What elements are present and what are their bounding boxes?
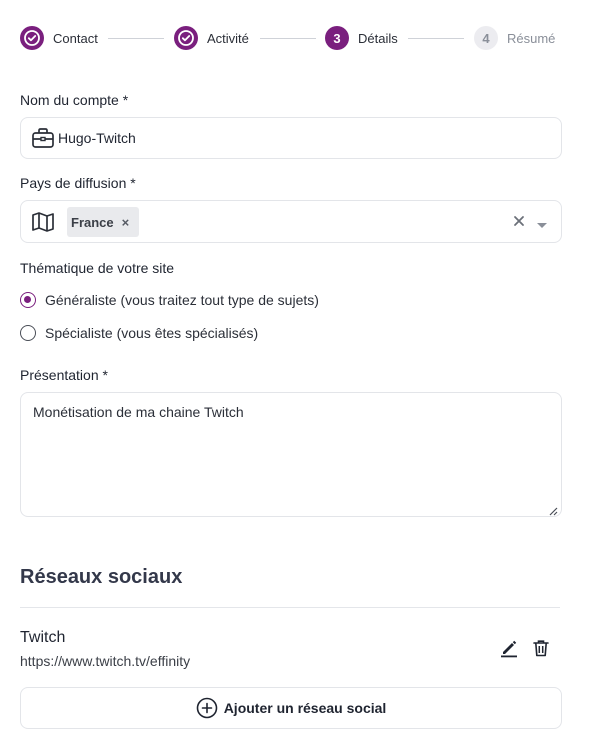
account-name-label: Nom du compte * [20,92,129,108]
chip-remove-icon[interactable]: × [122,215,130,230]
radio-generaliste[interactable]: Généraliste (vous traitez tout type de s… [20,292,319,308]
add-social-button[interactable]: Ajouter un réseau social [20,687,562,729]
radio-unchecked-icon[interactable] [20,325,36,341]
country-chip: France × [67,207,140,237]
step-contact[interactable]: Contact [20,26,98,50]
edit-icon[interactable] [498,637,520,659]
step-number-badge: 3 [325,26,349,50]
presentation-label: Présentation * [20,367,108,383]
resize-handle-icon[interactable] [548,503,558,516]
step-resume-label: Résumé [507,30,556,46]
chevron-down-icon[interactable] [536,217,548,235]
step-details-label: Détails [358,30,398,46]
step-contact-label: Contact [53,30,98,46]
step-details[interactable]: 3 Détails [325,26,398,50]
divider [20,607,560,608]
country-label: Pays de diffusion * [20,175,136,191]
presentation-textarea[interactable]: Monétisation de ma chaine Twitch [20,392,562,517]
clear-icon[interactable] [512,214,526,233]
map-icon [31,211,55,238]
briefcase-icon [31,127,55,154]
social-section-title: Réseaux sociaux [20,566,183,588]
presentation-value: Monétisation de ma chaine Twitch [33,404,244,420]
country-chip-label: France [71,214,114,230]
add-social-label: Ajouter un réseau social [223,700,387,716]
check-circle-icon [20,26,44,50]
country-select[interactable]: France × [20,200,562,243]
stepper: Contact Activité 3 Détails 4 Résumé [20,24,560,54]
account-name-field[interactable]: Hugo-Twitch [20,117,562,159]
social-item-url: https://www.twitch.tv/effinity [20,653,191,669]
radio-specialiste-label: Spécialiste (vous êtes spécialisés) [45,325,259,341]
check-circle-icon [174,26,198,50]
account-name-value: Hugo-Twitch [58,130,136,146]
step-resume[interactable]: 4 Résumé [474,26,555,50]
radio-specialiste[interactable]: Spécialiste (vous êtes spécialisés) [20,325,258,341]
radio-generaliste-label: Généraliste (vous traitez tout type de s… [45,292,319,308]
step-connector [260,38,316,39]
step-connector [408,38,464,39]
radio-checked-icon[interactable] [20,292,36,308]
step-number-badge: 4 [474,26,498,50]
step-activite-label: Activité [207,30,249,46]
step-connector [108,38,164,39]
social-item-name: Twitch [20,629,66,646]
trash-icon[interactable] [530,637,552,659]
theme-label: Thématique de votre site [20,260,175,276]
plus-circle-icon [196,697,217,719]
step-activite[interactable]: Activité [174,26,249,50]
